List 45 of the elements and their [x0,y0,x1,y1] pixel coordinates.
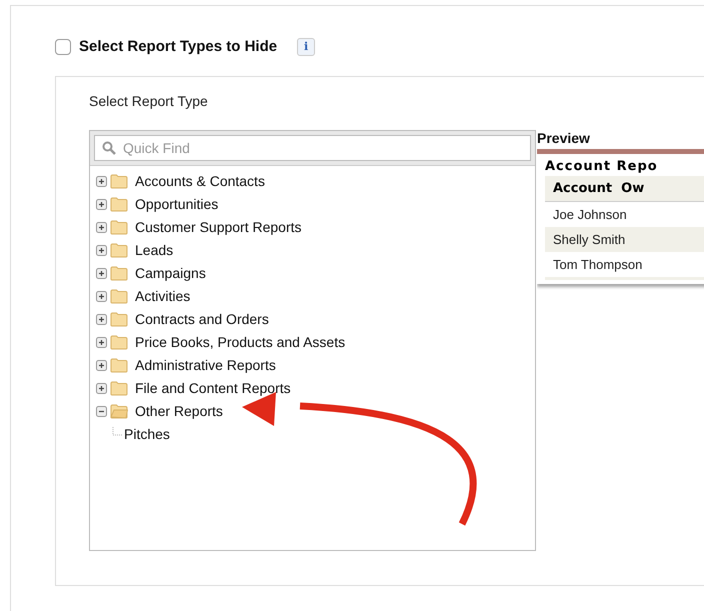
expand-icon[interactable] [96,382,107,394]
tree-item[interactable]: Campaigns [135,262,206,284]
tree-item[interactable]: Leads [135,240,174,260]
folder-icon [110,220,128,234]
expand-icon[interactable] [96,222,107,232]
folder-icon [110,266,128,280]
table-cell-text: Tom Thompson [553,256,642,274]
tree-item[interactable]: Accounts & Contacts [135,170,265,192]
open-folder-icon [110,404,128,418]
tree-item[interactable]: Opportunities [135,194,218,214]
report-title: Account Repo [544,158,659,176]
collapse-icon[interactable] [96,406,107,416]
expand-icon[interactable] [96,290,107,302]
tree-item[interactable]: Activities [135,286,190,306]
checkbox[interactable] [55,39,71,56]
folder-icon [110,196,128,212]
folder-icon [110,242,128,258]
folder-icon [110,288,128,304]
folder-icon [110,174,128,188]
table-cell-text: Joe Johnson [553,206,627,224]
panel-title: Select Report Type [89,92,208,111]
tree-item[interactable]: Pitches [124,424,170,444]
expand-icon[interactable] [96,198,107,210]
folder-icon [110,334,128,350]
search-icon [102,140,116,154]
tree-item[interactable]: Administrative Reports [135,354,276,376]
table-cell-text: Shelly Smith [553,230,626,249]
info-button[interactable]: i [297,38,316,56]
tree-item[interactable]: Price Books, Products and Assets [135,332,346,352]
expand-icon[interactable] [96,268,107,278]
preview-title: Preview [537,128,590,148]
expand-icon[interactable] [96,314,107,324]
tree-item[interactable]: Other Reports [135,400,223,422]
expand-icon[interactable] [96,336,107,348]
option-label: Select Report Types to Hide [79,37,278,57]
expand-icon[interactable] [96,360,107,370]
expand-icon[interactable] [96,244,107,256]
expand-icon[interactable] [96,176,107,186]
search-field[interactable]: Quick Find [94,134,531,160]
folder-icon [110,380,128,396]
tree-item[interactable]: Customer Support Reports [135,216,302,238]
folder-icon [110,358,128,372]
tree-item[interactable]: File and Content Reports [135,378,291,398]
folder-icon [110,312,128,326]
tree-item[interactable]: Contracts and Orders [135,308,269,330]
